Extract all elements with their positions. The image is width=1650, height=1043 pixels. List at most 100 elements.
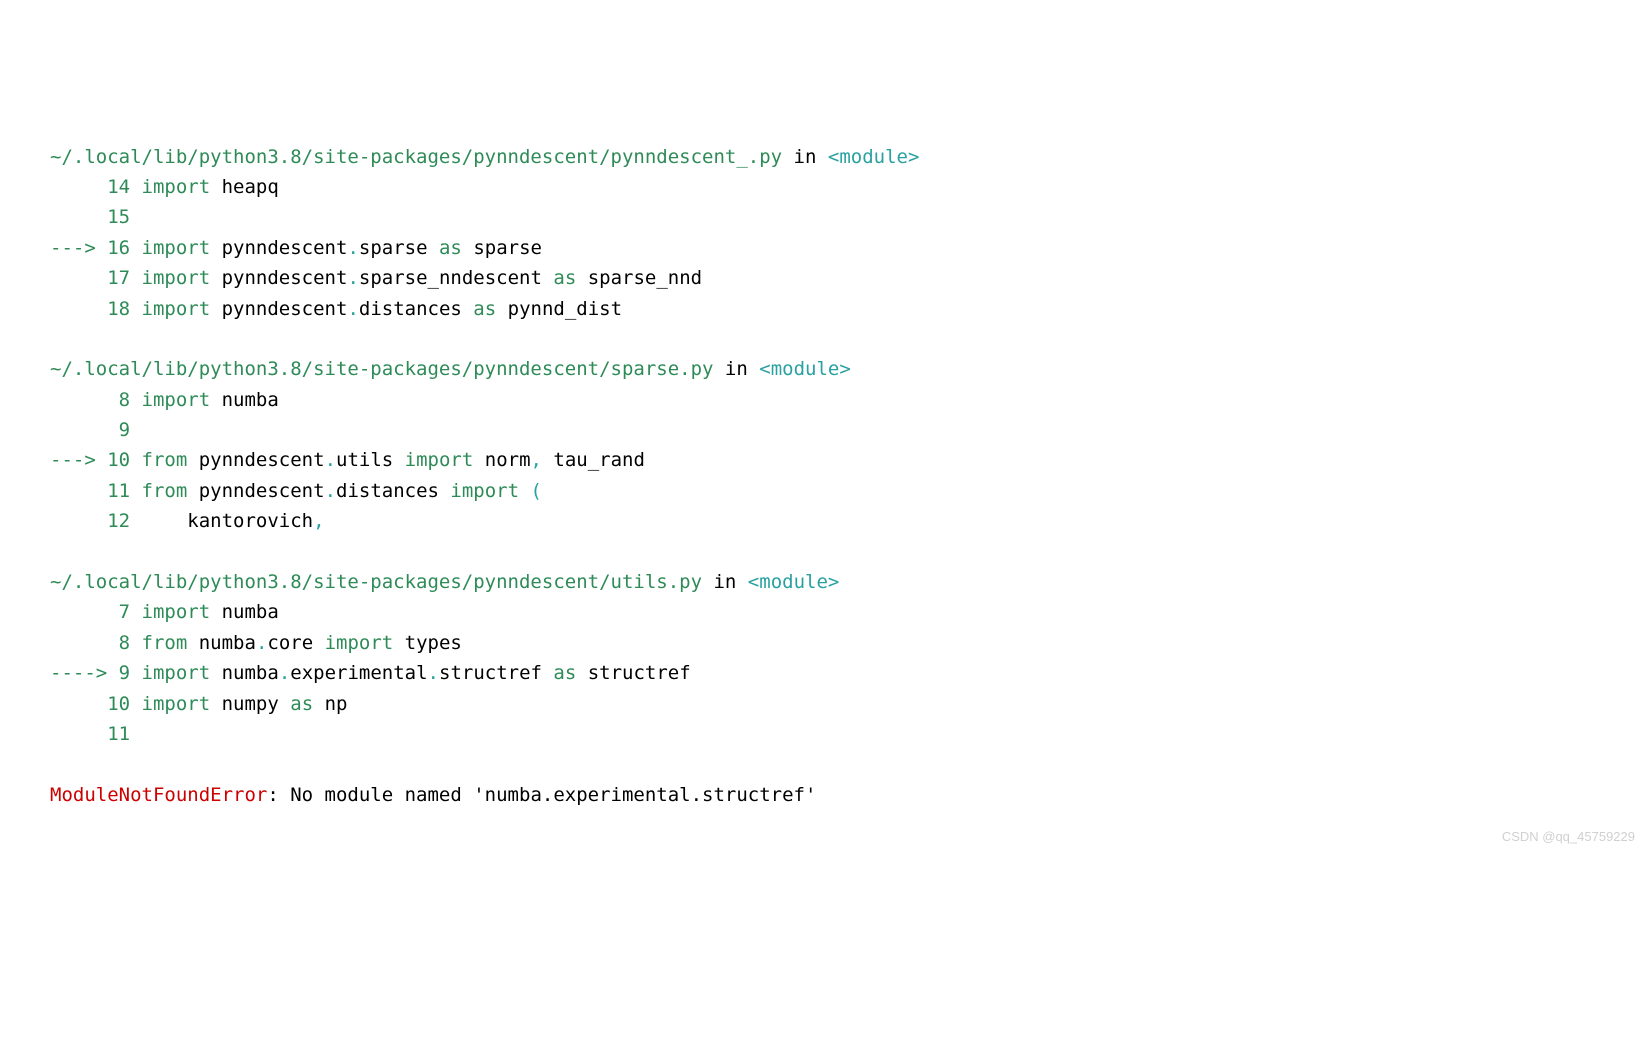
keyword-in: in — [713, 358, 759, 380]
code-token: import — [130, 693, 210, 715]
code-token: sparse_nndescent — [359, 267, 553, 289]
frame-path: ~/.local/lib/python3.8/site-packages/pyn… — [50, 358, 713, 380]
code-token: numba — [210, 601, 279, 623]
code-token: as — [439, 237, 462, 259]
line-number: 16 — [107, 237, 130, 259]
line-number: 9 — [119, 662, 130, 684]
line-number: 11 — [107, 723, 130, 745]
code-token: pynndescent — [210, 298, 347, 320]
code-token: from — [130, 449, 187, 471]
code-token: pynndescent — [210, 267, 347, 289]
code-token: import — [130, 601, 210, 623]
keyword-in: in — [702, 571, 748, 593]
code-token: as — [473, 298, 496, 320]
line-number: 8 — [119, 632, 130, 654]
error-name: ModuleNotFoundError — [50, 784, 267, 806]
code-line: 18 import pynndescent.distances as pynnd… — [50, 294, 1600, 324]
keyword-in: in — [782, 146, 828, 168]
code-line: 10 import numpy as np — [50, 689, 1600, 719]
code-token: experimental — [290, 662, 427, 684]
line-number: 12 — [107, 510, 130, 532]
line-number: 10 — [107, 693, 130, 715]
line-number: 17 — [107, 267, 130, 289]
code-token: pynndescent — [187, 480, 324, 502]
code-token: . — [347, 237, 358, 259]
code-token: import — [130, 389, 210, 411]
gutter-spacer — [50, 419, 119, 441]
code-line: 8 import numba — [50, 385, 1600, 415]
blank-line — [50, 324, 1600, 354]
line-number: 8 — [119, 389, 130, 411]
line-number: 7 — [119, 601, 130, 623]
gutter-spacer — [50, 206, 107, 228]
code-token: sparse — [462, 237, 542, 259]
line-number: 14 — [107, 176, 130, 198]
code-token: numba — [210, 662, 279, 684]
line-number: 9 — [119, 419, 130, 441]
blank-line — [50, 537, 1600, 567]
gutter-spacer — [50, 632, 119, 654]
code-token: . — [256, 632, 267, 654]
code-token: pynnd_dist — [496, 298, 622, 320]
arrow-icon: ----> — [50, 662, 119, 684]
frame-header: ~/.local/lib/python3.8/site-packages/pyn… — [50, 567, 1600, 597]
angle-bracket-icon: < — [759, 358, 770, 380]
gutter-spacer — [50, 693, 107, 715]
line-number: 10 — [107, 449, 130, 471]
code-token: import — [450, 480, 519, 502]
line-number: 18 — [107, 298, 130, 320]
code-line: 9 — [50, 415, 1600, 445]
code-line: 17 import pynndescent.sparse_nndescent a… — [50, 263, 1600, 293]
code-token: import — [130, 176, 210, 198]
code-token: structref — [576, 662, 690, 684]
arrow-icon: ---> — [50, 449, 107, 471]
gutter-spacer — [50, 480, 107, 502]
watermark: CSDN @qq_45759229 — [1502, 827, 1635, 848]
gutter-spacer — [50, 510, 107, 532]
code-token: , — [313, 510, 324, 532]
angle-bracket-icon: > — [908, 146, 919, 168]
code-line: 11 from pynndescent.distances import ( — [50, 476, 1600, 506]
code-line-current: ----> 9 import numba.experimental.struct… — [50, 658, 1600, 688]
code-line: 11 — [50, 719, 1600, 749]
code-token: , — [531, 449, 542, 471]
code-token: . — [325, 480, 336, 502]
frame-header: ~/.local/lib/python3.8/site-packages/pyn… — [50, 142, 1600, 172]
code-token: import — [130, 267, 210, 289]
error-line: ModuleNotFoundError: No module named 'nu… — [50, 780, 1600, 810]
angle-bracket-icon: > — [839, 358, 850, 380]
gutter-spacer — [50, 389, 119, 411]
code-token: structref — [439, 662, 553, 684]
code-token: kantorovich — [130, 510, 313, 532]
angle-bracket-icon: > — [828, 571, 839, 593]
code-token: as — [290, 693, 313, 715]
angle-bracket-icon: < — [748, 571, 759, 593]
code-token: . — [279, 662, 290, 684]
code-token: import — [130, 298, 210, 320]
code-token: import — [405, 449, 474, 471]
frame-scope: module — [839, 146, 908, 168]
gutter-spacer — [50, 267, 107, 289]
code-token: tau_rand — [542, 449, 645, 471]
code-token: numba — [210, 389, 279, 411]
gutter-spacer — [50, 298, 107, 320]
code-line-current: ---> 16 import pynndescent.sparse as spa… — [50, 233, 1600, 263]
code-token: sparse_nnd — [576, 267, 702, 289]
code-line: 15 — [50, 202, 1600, 232]
frame-scope: module — [771, 358, 840, 380]
frame-header: ~/.local/lib/python3.8/site-packages/pyn… — [50, 354, 1600, 384]
line-number: 15 — [107, 206, 130, 228]
frame-path: ~/.local/lib/python3.8/site-packages/pyn… — [50, 146, 782, 168]
code-token: distances — [359, 298, 473, 320]
error-message: : No module named 'numba.experimental.st… — [267, 784, 816, 806]
code-token: numpy — [210, 693, 290, 715]
code-token: from — [130, 632, 187, 654]
code-token: . — [347, 298, 358, 320]
line-number: 11 — [107, 480, 130, 502]
gutter-spacer — [50, 601, 119, 623]
code-token: pynndescent — [210, 237, 347, 259]
code-token: np — [313, 693, 347, 715]
code-token: as — [553, 267, 576, 289]
frame-path: ~/.local/lib/python3.8/site-packages/pyn… — [50, 571, 702, 593]
code-line: 8 from numba.core import types — [50, 628, 1600, 658]
